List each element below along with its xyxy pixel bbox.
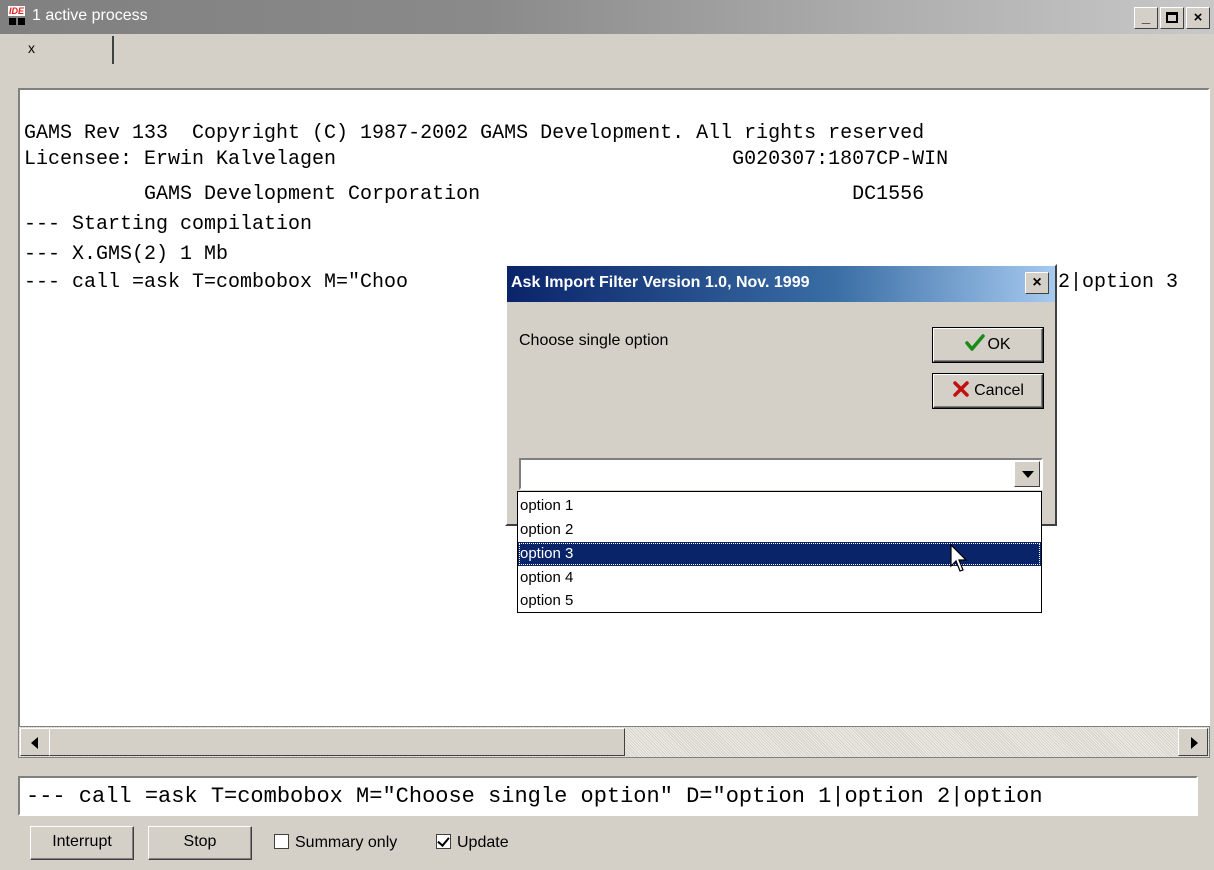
option-combobox[interactable] [519,458,1043,490]
command-line-text: --- call =ask T=combobox M="Choose singl… [26,784,1043,809]
tab-x[interactable]: x [14,36,114,64]
dialog-title-bar: Ask Import Filter Version 1.0, Nov. 1999… [507,266,1055,302]
window-title: 1 active process [32,7,148,24]
interrupt-button[interactable]: Interrupt [30,826,134,860]
command-line-display: --- call =ask T=combobox M="Choose singl… [18,776,1198,816]
ok-label: OK [987,336,1011,353]
scroll-thumb[interactable] [49,728,625,756]
close-icon: × [1193,9,1203,26]
arrow-left-icon [31,737,38,749]
dropdown-option[interactable]: option 2 [518,518,1041,542]
arrow-right-icon [1191,737,1198,749]
update-label: Update [457,834,509,851]
dialog-close-button[interactable]: × [1025,272,1049,294]
output-line: GAMS Rev 133 Copyright (C) 1987-2002 GAM… [24,122,925,145]
summary-only-checkbox[interactable]: Summary only [274,834,397,852]
checkmark-icon [965,334,986,351]
output-line: --- X.GMS(2) 1 Mb [24,243,229,266]
dialog-title: Ask Import Filter Version 1.0, Nov. 1999 [511,274,810,291]
minimize-button[interactable]: _ [1134,7,1158,29]
close-button[interactable]: × [1186,7,1210,29]
scroll-right-button[interactable] [1178,728,1208,756]
ask-dialog: Ask Import Filter Version 1.0, Nov. 1999… [505,264,1057,526]
cancel-button[interactable]: Cancel [933,374,1043,408]
ide-icon-label: IDE [8,6,26,16]
dialog-prompt: Choose single option [519,332,669,349]
scroll-left-button[interactable] [20,728,50,756]
output-line: --- Starting compilation [24,213,313,236]
maximize-button[interactable] [1160,7,1184,29]
mouse-cursor-icon [950,544,968,572]
cancel-label: Cancel [974,382,1024,399]
output-line: --- call =ask T=combobox M="Choo [24,271,409,294]
title-bar: IDE 1 active process _ × [0,0,1214,34]
output-line: GAMS Development Corporation DC1556 [24,183,925,206]
summary-only-label: Summary only [295,834,398,851]
output-line-overflow: 2|option 3 [1058,271,1179,294]
dropdown-option[interactable]: option 5 [518,589,1041,613]
checkbox-icon [274,834,289,849]
combobox-dropdown-button[interactable] [1014,461,1040,487]
ide-app-icon[interactable]: IDE [8,6,26,27]
tab-strip: x [0,34,1214,74]
close-icon: × [1032,274,1042,291]
checkbox-checked-icon [436,834,451,849]
update-checkbox[interactable]: Update [436,834,509,852]
maximize-icon [1166,12,1178,23]
chevron-down-icon [1022,471,1034,478]
stop-button[interactable]: Stop [148,826,252,860]
tab-label: x [28,40,35,56]
horizontal-scrollbar[interactable] [18,726,1210,758]
cross-icon [953,381,969,397]
ok-button[interactable]: OK [933,328,1043,362]
minimize-icon: _ [1141,9,1151,26]
dropdown-option[interactable]: option 1 [518,494,1041,518]
output-line: Licensee: Erwin Kalvelagen G020307:1807C… [24,148,949,171]
